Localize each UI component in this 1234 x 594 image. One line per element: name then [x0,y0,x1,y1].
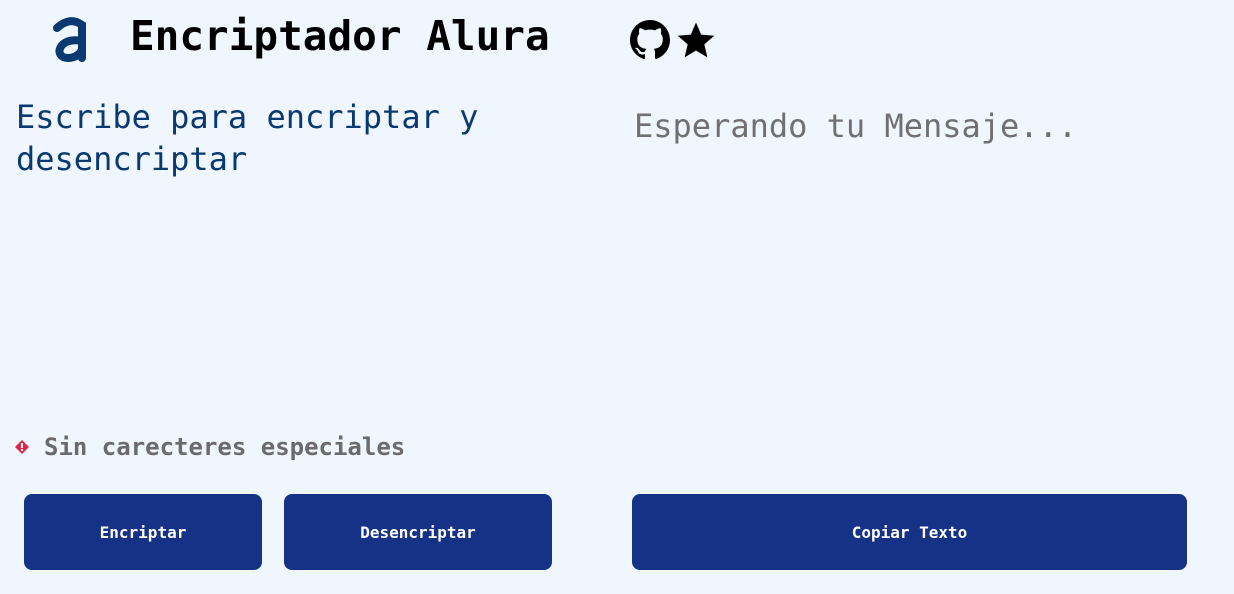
warning-notice: Sin carecteres especiales [14,433,405,461]
star-icon[interactable] [676,20,716,60]
result-output[interactable] [634,105,1194,405]
diamond-warning-icon [14,439,30,455]
message-input[interactable] [16,96,576,406]
header-icons [630,20,716,60]
alura-logo-icon [50,14,90,64]
github-icon[interactable] [630,20,670,60]
app-title: Encriptador Alura [130,12,550,60]
warning-text: Sin carecteres especiales [44,433,406,461]
decrypt-button[interactable]: Desencriptar [284,494,552,570]
copy-text-button[interactable]: Copiar Texto [632,494,1187,570]
encrypt-button[interactable]: Encriptar [24,494,262,570]
